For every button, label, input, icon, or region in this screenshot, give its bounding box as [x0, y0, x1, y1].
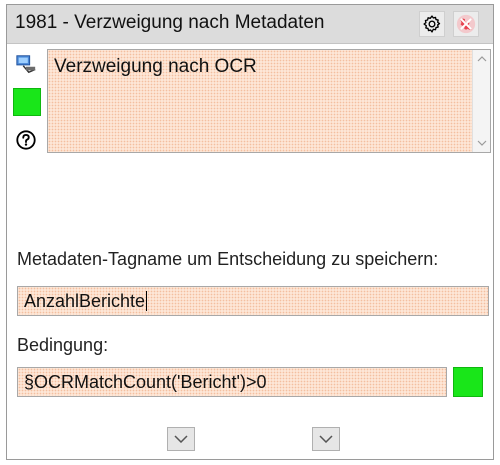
- condition-color-swatch[interactable]: [453, 367, 483, 397]
- settings-button[interactable]: [419, 11, 445, 37]
- tagname-label: Metadaten-Tagname um Entscheidung zu spe…: [17, 249, 439, 269]
- condition-input[interactable]: §OCRMatchCount('Bericht')>0: [17, 367, 447, 397]
- description-text: Verzweigung nach OCR: [54, 56, 257, 77]
- right-expand-button[interactable]: [312, 427, 340, 451]
- remove-button[interactable]: [453, 11, 479, 37]
- scroll-up-icon[interactable]: [476, 54, 488, 64]
- status-color-swatch[interactable]: [13, 88, 41, 116]
- remove-icon: [456, 14, 476, 34]
- text-caret: [146, 291, 148, 311]
- description-textarea[interactable]: Verzweigung nach OCR: [47, 49, 491, 153]
- title-bar: 1981 - Verzweigung nach Metadaten: [7, 5, 493, 44]
- condition-label: Bedingung:: [17, 335, 109, 355]
- chevron-down-icon: [319, 435, 333, 443]
- condition-value: §OCRMatchCount('Bericht')>0: [24, 371, 267, 392]
- chevron-down-icon: [174, 435, 188, 443]
- gear-icon: [423, 15, 441, 33]
- scroll-down-icon[interactable]: [476, 138, 488, 148]
- tagname-input[interactable]: AnzahlBerichte: [17, 286, 489, 316]
- description-scrollbar[interactable]: [472, 50, 490, 152]
- help-icon[interactable]: [15, 129, 37, 156]
- tagname-value: AnzahlBerichte: [24, 290, 146, 311]
- node-panel: 1981 - Verzweigung nach Metadaten Verzwe…: [6, 4, 494, 460]
- panel-title: 1981 - Verzweigung nach Metadaten: [15, 12, 325, 33]
- left-expand-button[interactable]: [167, 427, 195, 451]
- computer-icon: [15, 53, 37, 80]
